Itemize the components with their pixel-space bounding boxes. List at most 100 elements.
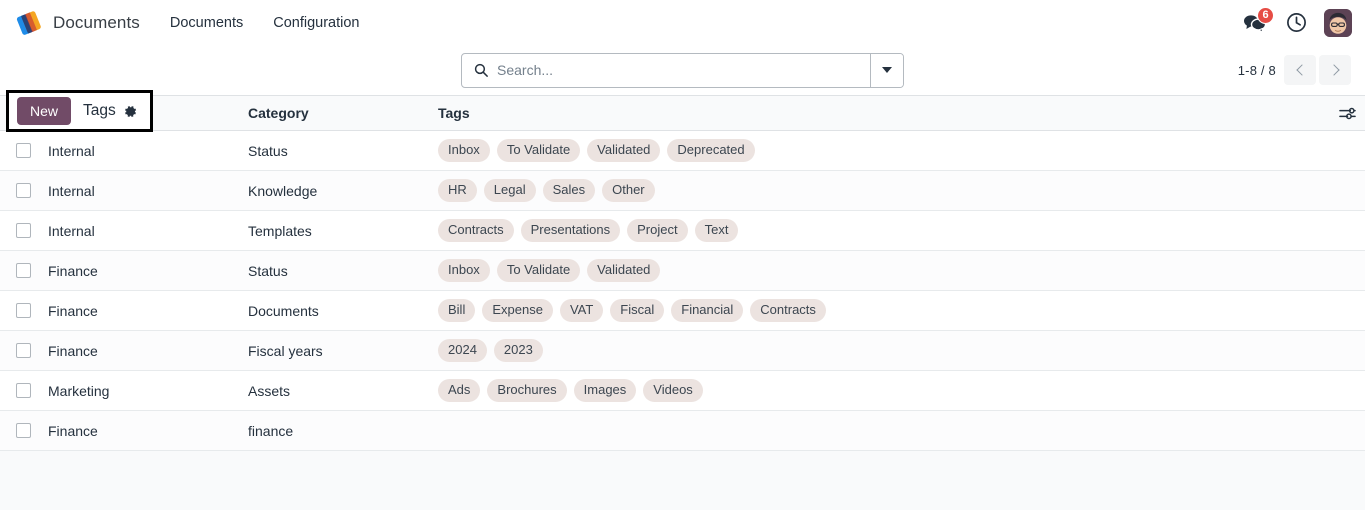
row-checkbox[interactable]	[16, 343, 31, 358]
tag-badge[interactable]: Ads	[438, 379, 481, 402]
row-checkbox[interactable]	[16, 303, 31, 318]
search-dropdown-toggle[interactable]	[870, 53, 903, 87]
tag-badge[interactable]: HR	[438, 179, 477, 202]
tag-list: 2024 2023	[438, 339, 1325, 362]
cell-category[interactable]: finance	[248, 411, 438, 451]
row-checkbox[interactable]	[16, 223, 31, 238]
table-row[interactable]: Internal Knowledge HR Legal Sales Other	[0, 170, 1365, 211]
tag-badge[interactable]: Financial	[671, 299, 744, 322]
tag-badge[interactable]: Fiscal	[610, 299, 665, 322]
new-and-breadcrumb-group: New Tags	[6, 90, 153, 132]
pager: 1-8 / 8	[1238, 55, 1351, 85]
cell-workspace[interactable]: Finance	[48, 291, 248, 331]
category-value: Status	[248, 262, 288, 279]
cell-category[interactable]: Fiscal years	[248, 331, 438, 371]
table-row[interactable]: Internal Templates Contracts Presentations P…	[0, 210, 1365, 251]
avatar[interactable]	[1324, 8, 1352, 37]
cell-workspace[interactable]: Finance	[48, 251, 248, 291]
tag-badge[interactable]: Bill	[438, 299, 476, 322]
tag-badge[interactable]: Deprecated	[667, 139, 755, 162]
column-options-icon[interactable]	[1339, 105, 1356, 122]
tag-badge[interactable]: Sales	[542, 179, 596, 202]
search-input[interactable]	[497, 62, 870, 78]
cell-tags[interactable]: Inbox To Validate Validated Deprecated	[438, 131, 1325, 171]
messages-icon[interactable]: 6	[1243, 6, 1274, 34]
breadcrumb: Tags	[83, 102, 138, 120]
cell-row-end	[1325, 211, 1365, 251]
tag-badge[interactable]: Validated	[587, 259, 661, 282]
cell-workspace[interactable]: Internal	[48, 131, 248, 171]
tag-badge[interactable]: VAT	[559, 299, 604, 322]
gear-icon[interactable]	[123, 104, 138, 119]
nav-item-documents[interactable]: Documents	[168, 11, 245, 35]
table-row[interactable]: Finance finance	[0, 410, 1365, 451]
tag-badge[interactable]: Brochures	[487, 379, 567, 402]
table-row[interactable]: Internal Status Inbox To Validate Validated D…	[0, 130, 1365, 171]
cell-tags[interactable]	[438, 411, 1325, 451]
tag-badge[interactable]: Contracts	[750, 299, 826, 322]
cell-category[interactable]: Documents	[248, 291, 438, 331]
tag-badge[interactable]: Text	[694, 219, 739, 242]
cell-tags[interactable]: HR Legal Sales Other	[438, 171, 1325, 211]
tag-badge[interactable]: Validated	[587, 139, 661, 162]
cell-tags[interactable]: Bill Expense VAT Fiscal Financial Contracts	[438, 291, 1325, 331]
tag-badge[interactable]: 2024	[438, 339, 487, 362]
tag-badge[interactable]: Other	[602, 179, 655, 202]
search-view[interactable]	[461, 52, 904, 88]
tag-badge[interactable]: Inbox	[438, 139, 490, 162]
tag-badge[interactable]: Contracts	[438, 219, 514, 242]
cell-category[interactable]: Assets	[248, 371, 438, 411]
cell-category[interactable]: Templates	[248, 211, 438, 251]
cell-tags[interactable]: Contracts Presentations Project Text	[438, 211, 1325, 251]
cell-workspace[interactable]: Finance	[48, 411, 248, 451]
tag-badge[interactable]: 2023	[493, 339, 543, 362]
search-input-wrapper[interactable]	[462, 54, 870, 87]
row-checkbox[interactable]	[16, 423, 31, 438]
cell-workspace[interactable]: Finance	[48, 331, 248, 371]
new-button[interactable]: New	[17, 96, 72, 126]
cell-tags[interactable]: Ads Brochures Images Videos	[438, 371, 1325, 411]
cell-workspace[interactable]: Internal	[48, 171, 248, 211]
search-icon	[474, 63, 488, 77]
table-row[interactable]: Marketing Assets Ads Brochures Images Videos	[0, 370, 1365, 411]
table-row[interactable]: Finance Documents Bill Expense VAT Fiscal Fina…	[0, 290, 1365, 331]
table-row[interactable]: Finance Fiscal years 2024 2023	[0, 330, 1365, 371]
tag-badge[interactable]: Expense	[482, 299, 553, 322]
tag-badge[interactable]: Videos	[643, 379, 703, 402]
cell-category[interactable]: Status	[248, 131, 438, 171]
cell-workspace[interactable]: Internal	[48, 211, 248, 251]
pager-next-button[interactable]	[1319, 55, 1351, 85]
tag-badge[interactable]: Legal	[483, 179, 536, 202]
category-value: finance	[248, 422, 294, 439]
table-header-row: Workspace Category Tags	[0, 95, 1365, 131]
cell-tags[interactable]: Inbox To Validate Validated	[438, 251, 1325, 291]
clock-icon[interactable]	[1286, 12, 1307, 33]
cell-workspace[interactable]: Marketing	[48, 371, 248, 411]
tag-badge[interactable]: To Validate	[496, 259, 581, 282]
row-checkbox[interactable]	[16, 263, 31, 278]
cell-category[interactable]: Status	[248, 251, 438, 291]
table-header: Workspace Category Tags	[0, 95, 1365, 131]
cell-category[interactable]: Knowledge	[248, 171, 438, 211]
brand[interactable]: Documents	[16, 10, 140, 36]
column-header-tags[interactable]: Tags	[438, 95, 1325, 131]
pager-previous-button[interactable]	[1284, 55, 1316, 85]
table-row[interactable]: Finance Status Inbox To Validate Validated	[0, 250, 1365, 291]
row-checkbox[interactable]	[16, 183, 31, 198]
row-checkbox[interactable]	[16, 383, 31, 398]
tag-badge[interactable]: Inbox	[438, 259, 490, 282]
cell-tags[interactable]: 2024 2023	[438, 331, 1325, 371]
chevron-left-icon	[1295, 64, 1308, 76]
tag-badge[interactable]: Images	[573, 379, 637, 402]
tag-badge[interactable]: To Validate	[496, 139, 581, 162]
nav-item-configuration[interactable]: Configuration	[271, 11, 361, 35]
page-title: Tags	[83, 102, 116, 119]
column-header-category[interactable]: Category	[248, 95, 438, 131]
brand-title: Documents	[53, 12, 140, 32]
tag-badge[interactable]: Presentations	[520, 219, 621, 242]
tag-badge[interactable]: Project	[627, 219, 688, 242]
pager-range[interactable]: 1-8 / 8	[1238, 63, 1276, 78]
tag-list: Ads Brochures Images Videos	[438, 379, 1325, 402]
row-checkbox[interactable]	[16, 143, 31, 158]
tag-list: Bill Expense VAT Fiscal Financial Contracts	[438, 299, 1325, 322]
